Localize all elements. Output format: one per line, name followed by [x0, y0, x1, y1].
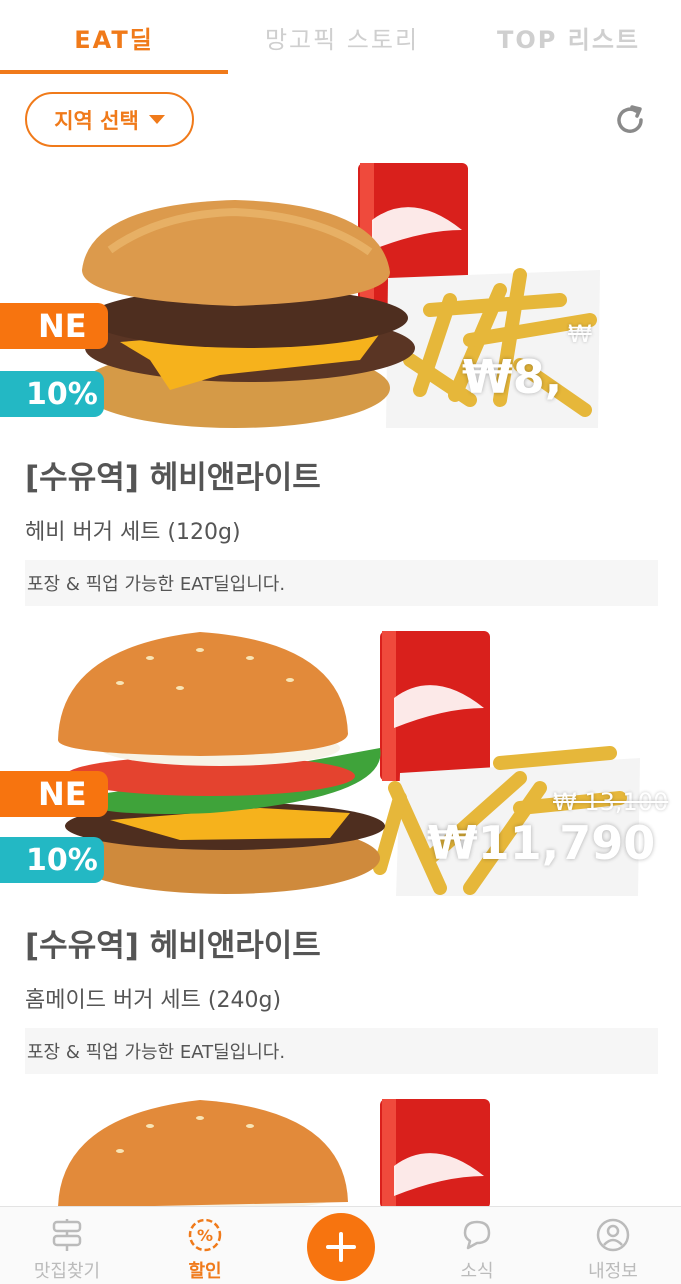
nav-label: 소식 [460, 1261, 494, 1282]
nav-news[interactable]: 소식 [422, 1207, 532, 1284]
deal-title: [수유역] 헤비앤라이트 [25, 460, 321, 496]
new-badge: NE [0, 303, 108, 349]
nav-my-info[interactable]: 내정보 [558, 1207, 668, 1284]
deal-note: 포장 & 픽업 가능한 EAT딜입니다. [25, 560, 658, 606]
deal-card[interactable] [0, 1096, 681, 1206]
deal-card[interactable]: NE 10% ₩ ₩8, [수유역] 헤비앤라이트 헤비 버거 세트 (120g… [0, 160, 681, 610]
plus-icon [326, 1232, 356, 1262]
caret-down-icon [148, 115, 165, 124]
deal-card[interactable]: NE 10% ₩ 13,100 ₩11,790 [수유역] 헤비앤라이트 홈메이… [0, 628, 681, 1078]
deal-price: ₩11,790 [427, 816, 656, 870]
tab-eat-deal[interactable]: EAT딜 [0, 0, 228, 74]
discount-badge: 10% [0, 371, 104, 417]
region-select-label: 지역 선택 [54, 108, 139, 133]
nav-discount[interactable]: % 할인 [150, 1207, 260, 1284]
deal-title: [수유역] 헤비앤라이트 [25, 928, 321, 964]
new-badge: NE [0, 771, 108, 817]
add-button[interactable] [307, 1213, 375, 1281]
nav-find-restaurants[interactable]: 맛집찾기 [12, 1207, 122, 1284]
tab-top-list[interactable]: TOP 리스트 [456, 0, 681, 74]
top-tabs: EAT딜 망고픽 스토리 TOP 리스트 [0, 0, 681, 74]
region-select-button[interactable]: 지역 선택 [25, 92, 194, 147]
deal-image: NE 10% ₩ 13,100 ₩11,790 [0, 628, 681, 896]
refresh-icon[interactable] [610, 100, 650, 140]
svg-text:%: % [197, 1226, 213, 1245]
chat-icon [463, 1220, 491, 1250]
discount-icon: % [188, 1218, 222, 1252]
deal-price: ₩8, [462, 350, 563, 404]
active-tab-indicator [0, 70, 228, 74]
signpost-icon [52, 1219, 82, 1251]
deal-item: 홈메이드 버거 세트 (240g) [25, 988, 282, 1013]
nav-label: 할인 [188, 1261, 222, 1282]
deal-note: 포장 & 픽업 가능한 EAT딜입니다. [25, 1028, 658, 1074]
deal-image [0, 1096, 681, 1206]
deal-item: 헤비 버거 세트 (120g) [25, 520, 241, 545]
discount-badge: 10% [0, 837, 104, 883]
user-icon [596, 1218, 630, 1252]
tab-mangopick-story[interactable]: 망고픽 스토리 [228, 0, 456, 74]
nav-label: 내정보 [588, 1261, 638, 1282]
deal-image: NE 10% ₩ ₩8, [0, 160, 681, 428]
original-price: ₩ 13,100 [553, 788, 669, 816]
nav-label: 맛집찾기 [33, 1261, 101, 1282]
original-price: ₩ [568, 320, 592, 348]
